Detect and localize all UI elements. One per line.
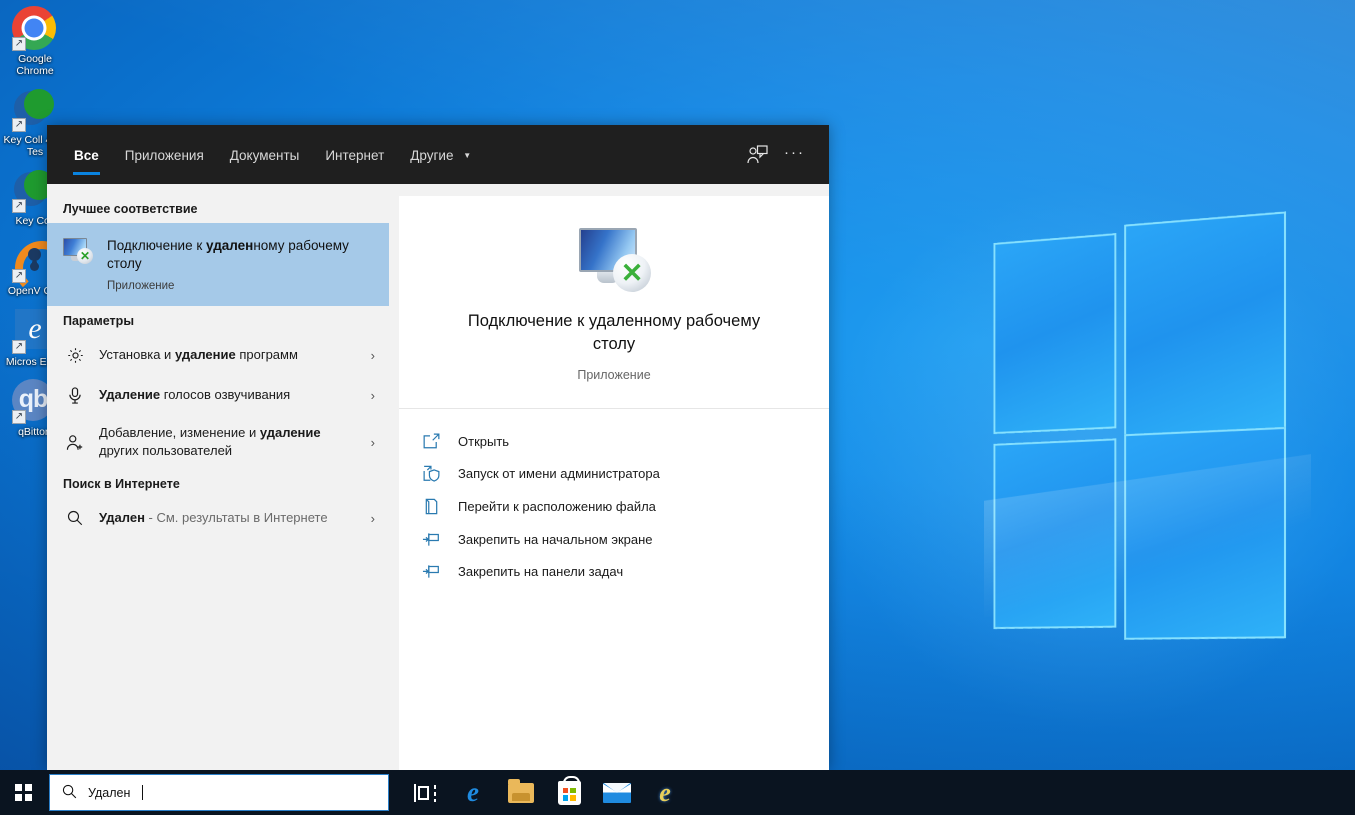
chevron-right-icon: › [363, 435, 375, 450]
web-search-query: Удален [99, 510, 145, 525]
settings-label-highlight: Удаление [99, 387, 160, 402]
task-view-icon [414, 784, 436, 802]
best-match-subtitle: Приложение [107, 280, 375, 292]
add-user-icon [65, 434, 85, 451]
microsoft-store-icon [558, 781, 581, 805]
preview-pane: ✕ Подключение к удаленному рабочему стол… [389, 184, 829, 770]
taskbar: Удален e e [0, 770, 1355, 815]
taskbar-button-microsoft-edge[interactable]: e [449, 770, 497, 815]
chrome-icon: ↗ [12, 6, 58, 52]
settings-result-add-edit-remove-users[interactable]: Добавление, изменение и удаление других … [47, 415, 389, 469]
action-open[interactable]: Открыть [421, 425, 829, 457]
shortcut-arrow-icon: ↗ [12, 118, 26, 132]
feedback-person-icon[interactable] [737, 139, 778, 170]
tab-apps[interactable]: Приложения [112, 130, 217, 180]
desktop-icon-label: Google Chrome [2, 54, 68, 77]
shortcut-arrow-icon: ↗ [12, 199, 26, 213]
action-run-as-administrator[interactable]: Запуск от имени администратора [421, 457, 829, 490]
web-search-result[interactable]: Удален - См. результаты в Интернете › [47, 498, 389, 538]
open-external-icon [421, 433, 441, 449]
chevron-right-icon: › [363, 388, 375, 403]
remote-desktop-icon: ✕ [63, 238, 93, 264]
microsoft-edge-icon: e [467, 779, 479, 806]
windows-logo-wallpaper [993, 224, 1286, 534]
settings-label-post: других пользователей [99, 443, 232, 458]
settings-label-post: программ [236, 347, 298, 362]
action-open-file-location[interactable]: Перейти к расположению файла [421, 490, 829, 523]
shortcut-arrow-icon: ↗ [12, 340, 26, 354]
action-label: Открыть [458, 434, 509, 449]
start-button-icon[interactable] [0, 770, 47, 815]
search-icon [65, 510, 85, 526]
settings-label-highlight: удаление [260, 425, 321, 440]
taskbar-button-file-explorer[interactable] [497, 770, 545, 815]
settings-result-remove-tts-voices[interactable]: Удаление голосов озвучивания › [47, 375, 389, 415]
settings-label-post: голосов озвучивания [160, 387, 290, 402]
chevron-right-icon: › [363, 511, 375, 526]
tab-all[interactable]: Все [61, 130, 112, 180]
tab-label: Интернет [325, 148, 384, 163]
action-label: Запуск от имени администратора [458, 466, 660, 481]
taskbar-button-mail[interactable] [593, 770, 641, 815]
action-label: Перейти к расположению файла [458, 499, 656, 514]
taskbar-app-buttons: e e [401, 770, 689, 815]
taskbar-button-internet-explorer[interactable]: e [641, 770, 689, 815]
shortcut-arrow-icon: ↗ [12, 410, 26, 424]
search-icon [62, 784, 77, 802]
settings-label-highlight: удаление [175, 347, 236, 362]
tab-label: Документы [230, 148, 300, 163]
best-match-title-highlight: удален [206, 238, 253, 253]
more-options-icon[interactable]: ··· [778, 138, 811, 171]
chevron-right-icon: › [363, 348, 375, 363]
text-cursor [142, 785, 143, 800]
pin-to-start-icon [421, 532, 441, 547]
tab-label: Все [74, 148, 99, 163]
tab-label: Другие [410, 148, 453, 163]
settings-result-install-uninstall-programs[interactable]: Установка и удаление программ › [47, 335, 389, 375]
action-pin-to-start[interactable]: Закрепить на начальном экране [421, 523, 829, 555]
file-location-icon [421, 498, 441, 515]
shield-run-as-admin-icon [421, 465, 441, 482]
tab-documents[interactable]: Документы [217, 130, 313, 180]
mail-icon [603, 783, 631, 803]
tab-more[interactable]: Другие ▼ [397, 130, 484, 180]
chevron-down-icon: ▼ [463, 151, 471, 160]
file-explorer-icon [508, 783, 534, 803]
best-match-title-pre: Подключение к [107, 238, 206, 253]
results-pane: Лучшее соответствие ✕ Подключение к удал… [47, 184, 389, 770]
pin-to-taskbar-icon [421, 564, 441, 579]
remote-desktop-icon: ✕ [577, 228, 651, 292]
tab-label: Приложения [125, 148, 204, 163]
action-label: Закрепить на начальном экране [458, 532, 653, 547]
search-input-value: Удален [88, 786, 130, 800]
preview-card: ✕ Подключение к удаленному рабочему стол… [399, 196, 829, 770]
settings-label-pre: Установка и [99, 347, 175, 362]
desktop-icon-google-chrome[interactable]: ↗ Google Chrome [0, 0, 70, 81]
settings-label-pre: Добавление, изменение и [99, 425, 260, 440]
shortcut-arrow-icon: ↗ [12, 37, 26, 51]
search-results-flyout: Все Приложения Документы Интернет Другие… [47, 125, 829, 770]
taskbar-button-task-view[interactable] [401, 770, 449, 815]
action-pin-to-taskbar[interactable]: Закрепить на панели задач [421, 555, 829, 587]
internet-explorer-icon: e [659, 780, 671, 806]
microphone-icon [65, 387, 85, 404]
taskbar-button-microsoft-store[interactable] [545, 770, 593, 815]
section-title-settings: Параметры [47, 306, 389, 335]
preview-app-subtitle: Приложение [419, 368, 809, 382]
section-title-web-search: Поиск в Интернете [47, 469, 389, 498]
search-filter-tabbar: Все Приложения Документы Интернет Другие… [47, 125, 829, 184]
shortcut-arrow-icon: ↗ [12, 269, 26, 283]
section-title-best-match: Лучшее соответствие [47, 194, 389, 223]
action-label: Закрепить на панели задач [458, 564, 623, 579]
preview-action-list: Открыть Запуск от имени администратора [399, 409, 829, 587]
preview-app-header: ✕ Подключение к удаленному рабочему стол… [399, 196, 829, 409]
search-input[interactable]: Удален [49, 774, 389, 811]
tab-internet[interactable]: Интернет [312, 130, 397, 180]
gear-icon [65, 347, 85, 364]
best-match-result-remote-desktop[interactable]: ✕ Подключение к удаленному рабочему стол… [47, 223, 389, 306]
web-search-hint: - См. результаты в Интернете [145, 510, 328, 525]
preview-app-title: Подключение к удаленному рабочему столу [464, 310, 764, 356]
